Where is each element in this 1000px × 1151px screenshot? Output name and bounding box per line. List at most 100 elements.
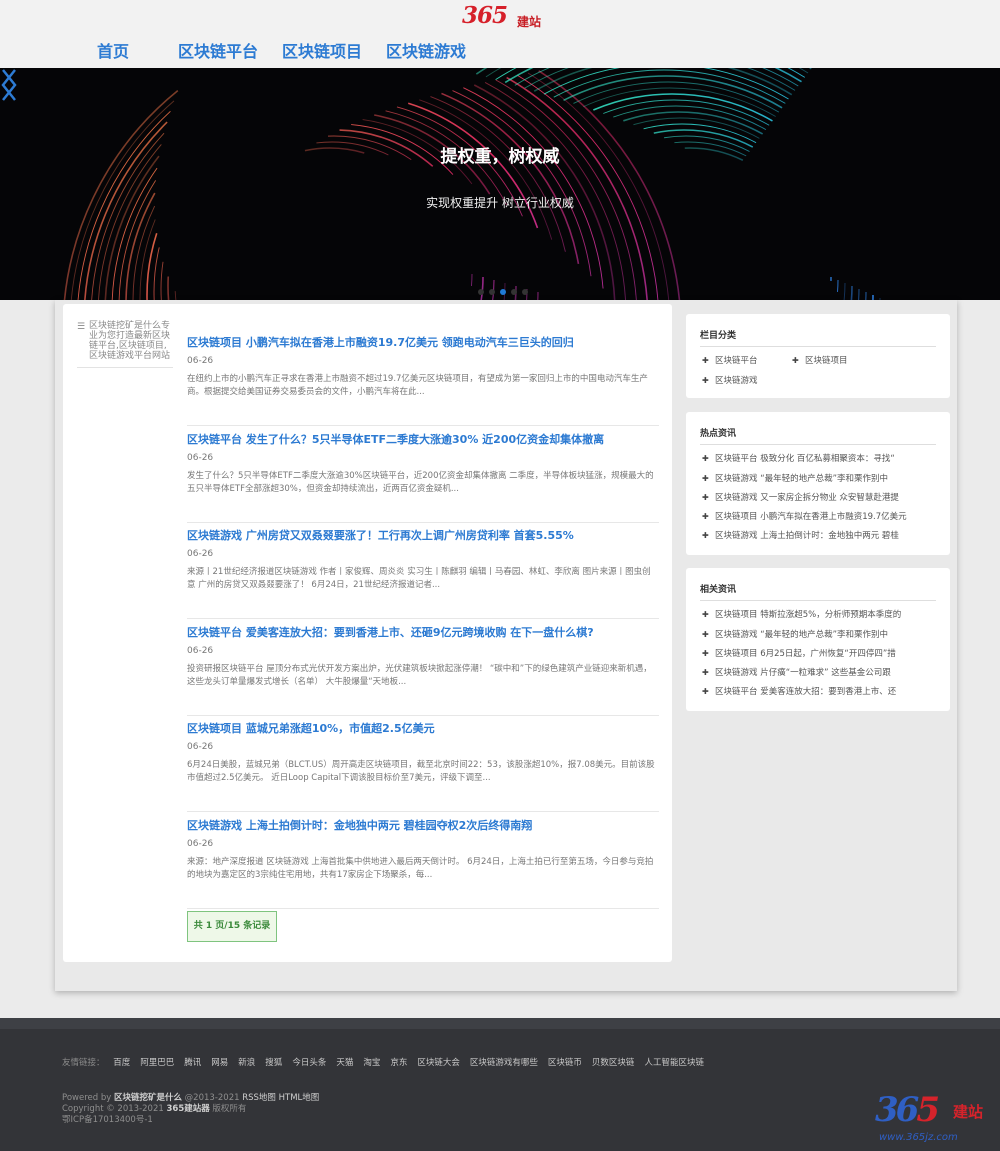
logo-text: 建站 [517,15,542,29]
article-date: 06-26 [187,839,214,849]
hot-news-item[interactable]: ✚ 区块链项目 小鹏汽车拟在香港上市融资19.7亿美元 [702,510,942,522]
html-map-link[interactable]: HTML地图 [279,1093,320,1103]
rss-map-link[interactable]: RSS地图 [242,1093,276,1103]
watermark-url: www.365jz.com [879,1132,958,1143]
friend-links-label: 友情链接： [62,1058,105,1068]
hot-news-item[interactable]: ✚ 区块链游戏 上海土拍倒计时：金地独中两元 碧桂 [702,529,942,541]
watermark-text: 建站 [953,1103,984,1121]
list-icon: ☰ [77,322,86,332]
friend-link[interactable]: 新浪 [238,1058,255,1068]
list-item: 区块链平台 发生了什么？5只半导体ETF二季度大涨逾30% 近200亿资金却集体… [187,427,659,523]
friend-link[interactable]: 区块链币 [548,1058,582,1068]
hot-news-item[interactable]: ✚ 区块链平台 极致分化 百亿私募相聚资本：寻找“ [702,452,942,464]
banner-title: 提权重，树权威 [440,147,560,167]
article-summary: 在纽约上市的小鹏汽车正寻求在香港上市融资不超过19.7亿美元区块链项目，有望成为… [187,374,648,397]
banner-subtitle: 实现权重提升 树立行业权威 [426,196,574,210]
category-box: 栏目分类 ✚ 区块链平台 ✚ 区块链项目 ✚ 区块链游戏 [686,314,950,398]
copyright-block: Powered by 区块链挖矿是什么 @2013-2021 RSS地图 HTM… [62,1093,319,1126]
powered-line: Powered by 区块链挖矿是什么 @2013-2021 RSS地图 HTM… [62,1093,319,1104]
friend-link[interactable]: 阿里巴巴 [140,1058,174,1068]
hero-banner: 提权重，树权威 实现权重提升 树立行业权威 [0,68,1000,300]
list-item: 区块链项目 蓝城兄弟涨超10%，市值超2.5亿美元 06-26 6月24日美股，… [187,716,659,812]
list-item: 区块链游戏 广州房贷又双叒叕要涨了！工行再次上调广州房贷利率 首套5.55% 0… [187,523,659,619]
pin-icon: ✚ [702,454,709,463]
friend-link[interactable]: 网易 [211,1058,228,1068]
article-title[interactable]: 区块链项目 小鹏汽车拟在香港上市融资19.7亿美元 领跑电动汽车三巨头的回归 [187,334,574,350]
nav-blockchain-game[interactable]: 区块链游戏 [386,40,466,64]
category-item[interactable]: ✚ 区块链平台 [702,354,758,366]
copyright-owner[interactable]: 365建站器 [166,1104,209,1114]
friend-link[interactable]: 京东 [390,1058,407,1068]
pin-icon: ✚ [702,687,709,696]
article-summary: 发生了什么？5只半导体ETF二季度大涨逾30%区块链平台，近200亿资金却集体撤… [187,471,654,494]
powered-prefix: Powered by [62,1093,114,1103]
nav-blockchain-platform[interactable]: 区块链平台 [178,40,258,64]
article-summary: 6月24日美股，蓝城兄弟（BLCT.US）周开高走区块链项目，截至北京时间22：… [187,760,655,783]
article-date: 06-26 [187,742,214,752]
logo-number: 365 [462,2,508,29]
hot-news-title: 热点资讯 [700,426,936,445]
article-panel: ☰ 区块链挖矿是什么专业为您打造最新区块链平台,区块链项目,区块链游戏平台网站 … [63,304,672,962]
article-title[interactable]: 区块链平台 爱美客连放大招：要到香港上市、还砸9亿元跨境收购 在下一盘什么棋? [187,624,594,640]
related-news-item[interactable]: ✚ 区块链项目 6月25日起，广州恢复“开四停四”措 [702,647,942,659]
friend-link[interactable]: 搜狐 [265,1058,282,1068]
friend-link[interactable]: 今日头条 [292,1058,326,1068]
slide-dot[interactable] [511,289,517,295]
category-title: 栏目分类 [700,328,936,347]
friend-link[interactable]: 百度 [113,1058,130,1068]
pin-icon: ✚ [702,668,709,677]
friend-link[interactable]: 人工智能区块链 [644,1058,704,1068]
related-news-item[interactable]: ✚ 区块链项目 特斯拉涨超5%，分析师预期本季度的 [702,608,942,620]
related-news-item[interactable]: ✚ 区块链游戏 “最年轻的地产总裁”李和栗作别中 [702,628,942,640]
pin-icon: ✚ [702,512,709,521]
article-title[interactable]: 区块链游戏 上海土拍倒计时：金地独中两元 碧桂园夺权2次后终得南翔 [187,817,532,833]
friend-link[interactable]: 区块链大会 [417,1058,460,1068]
banner-light-arcs [63,68,957,300]
related-news-item[interactable]: ✚ 区块链游戏 片仔癀“一粒难求” 这些基金公司跟 [702,666,942,678]
site-description: ☰ 区块链挖矿是什么专业为您打造最新区块链平台,区块链项目,区块链游戏平台网站 [77,321,173,368]
icp-line[interactable]: 鄂ICP备17013400号-1 [62,1115,319,1126]
list-item: 区块链项目 小鹏汽车拟在香港上市融资19.7亿美元 领跑电动汽车三巨头的回归 0… [187,330,659,426]
pin-icon: ✚ [702,356,709,365]
header: 365 建站 首页 区块链平台 区块链项目 区块链游戏 [0,0,1000,68]
slide-dot[interactable] [489,289,495,295]
site-logo[interactable]: 365 建站 [462,2,546,32]
slide-dot[interactable] [478,289,484,295]
category-item[interactable]: ✚ 区块链项目 [792,354,848,366]
list-item: 区块链平台 爱美客连放大招：要到香港上市、还砸9亿元跨境收购 在下一盘什么棋? … [187,620,659,716]
friend-link[interactable]: 天猫 [336,1058,353,1068]
article-summary: 来源：地产深度报道 区块链游戏 上海首批集中供地进入最后两天倒计时。 6月24日… [187,857,654,880]
related-news-title: 相关资讯 [700,582,936,601]
friend-link[interactable]: 贝数区块链 [592,1058,635,1068]
chevron-right-icon[interactable] [0,68,18,102]
pin-icon: ✚ [702,493,709,502]
article-summary: 来源丨21世纪经济报道区块链游戏 作者丨家俊辉、周炎炎 实习生丨陈麒羽 编辑丨马… [187,567,651,590]
pin-icon: ✚ [702,376,709,385]
related-news-item[interactable]: ✚ 区块链平台 爱美客连放大招：要到香港上市、还 [702,685,942,697]
friend-link[interactable]: 腾讯 [184,1058,201,1068]
hot-news-item[interactable]: ✚ 区块链游戏 又一家房企拆分物业 众安智慧赴港提 [702,491,942,503]
content-wrapper: ☰ 区块链挖矿是什么专业为您打造最新区块链平台,区块链项目,区块链游戏平台网站 … [55,300,957,991]
copyright-prefix: Copyright © 2013-2021 [62,1104,167,1114]
article-title[interactable]: 区块链游戏 广州房贷又双叒叕要涨了！工行再次上调广州房贷利率 首套5.55% [187,527,574,543]
main-nav: 首页 区块链平台 区块链项目 区块链游戏 [0,40,1000,66]
friend-links: 友情链接： 百度 阿里巴巴 腾讯 网易 新浪 搜狐 今日头条 天猫 淘宝 京东 区块链大会 区块链游戏… [62,1056,714,1068]
friend-link[interactable]: 区块链游戏有哪些 [470,1058,538,1068]
hot-news-item[interactable]: ✚ 区块链游戏 “最年轻的地产总裁”李和栗作别中 [702,472,942,484]
slide-dot[interactable] [522,289,528,295]
slide-dot[interactable] [500,289,506,295]
article-summary: 投资研报区块链平台 屋顶分布式光伏开发方案出炉，光伏建筑板块掀起涨停潮！ “碳中… [187,664,652,687]
powered-site-link[interactable]: 区块链挖矿是什么 [114,1093,182,1103]
article-title[interactable]: 区块链平台 发生了什么？5只半导体ETF二季度大涨逾30% 近200亿资金却集体… [187,431,604,447]
pin-icon: ✚ [702,649,709,658]
watermark-logo: 365 建站 www.365jz.com [873,1090,995,1144]
footer: 友情链接： 百度 阿里巴巴 腾讯 网易 新浪 搜狐 今日头条 天猫 淘宝 京东 区块链大会 区块链游戏… [0,1018,1000,1151]
category-item[interactable]: ✚ 区块链游戏 [702,374,758,386]
copyright-line: Copyright © 2013-2021 365建站器 版权所有 [62,1104,319,1115]
site-description-text: 区块链挖矿是什么专业为您打造最新区块链平台,区块链项目,区块链游戏平台网站 [89,321,171,361]
nav-home[interactable]: 首页 [97,40,129,64]
nav-blockchain-project[interactable]: 区块链项目 [282,40,362,64]
hot-news-box: 热点资讯 ✚ 区块链平台 极致分化 百亿私募相聚资本：寻找“ ✚ 区块链游戏 “最年… [686,412,950,555]
friend-link[interactable]: 淘宝 [363,1058,380,1068]
article-title[interactable]: 区块链项目 蓝城兄弟涨超10%，市值超2.5亿美元 [187,720,435,736]
